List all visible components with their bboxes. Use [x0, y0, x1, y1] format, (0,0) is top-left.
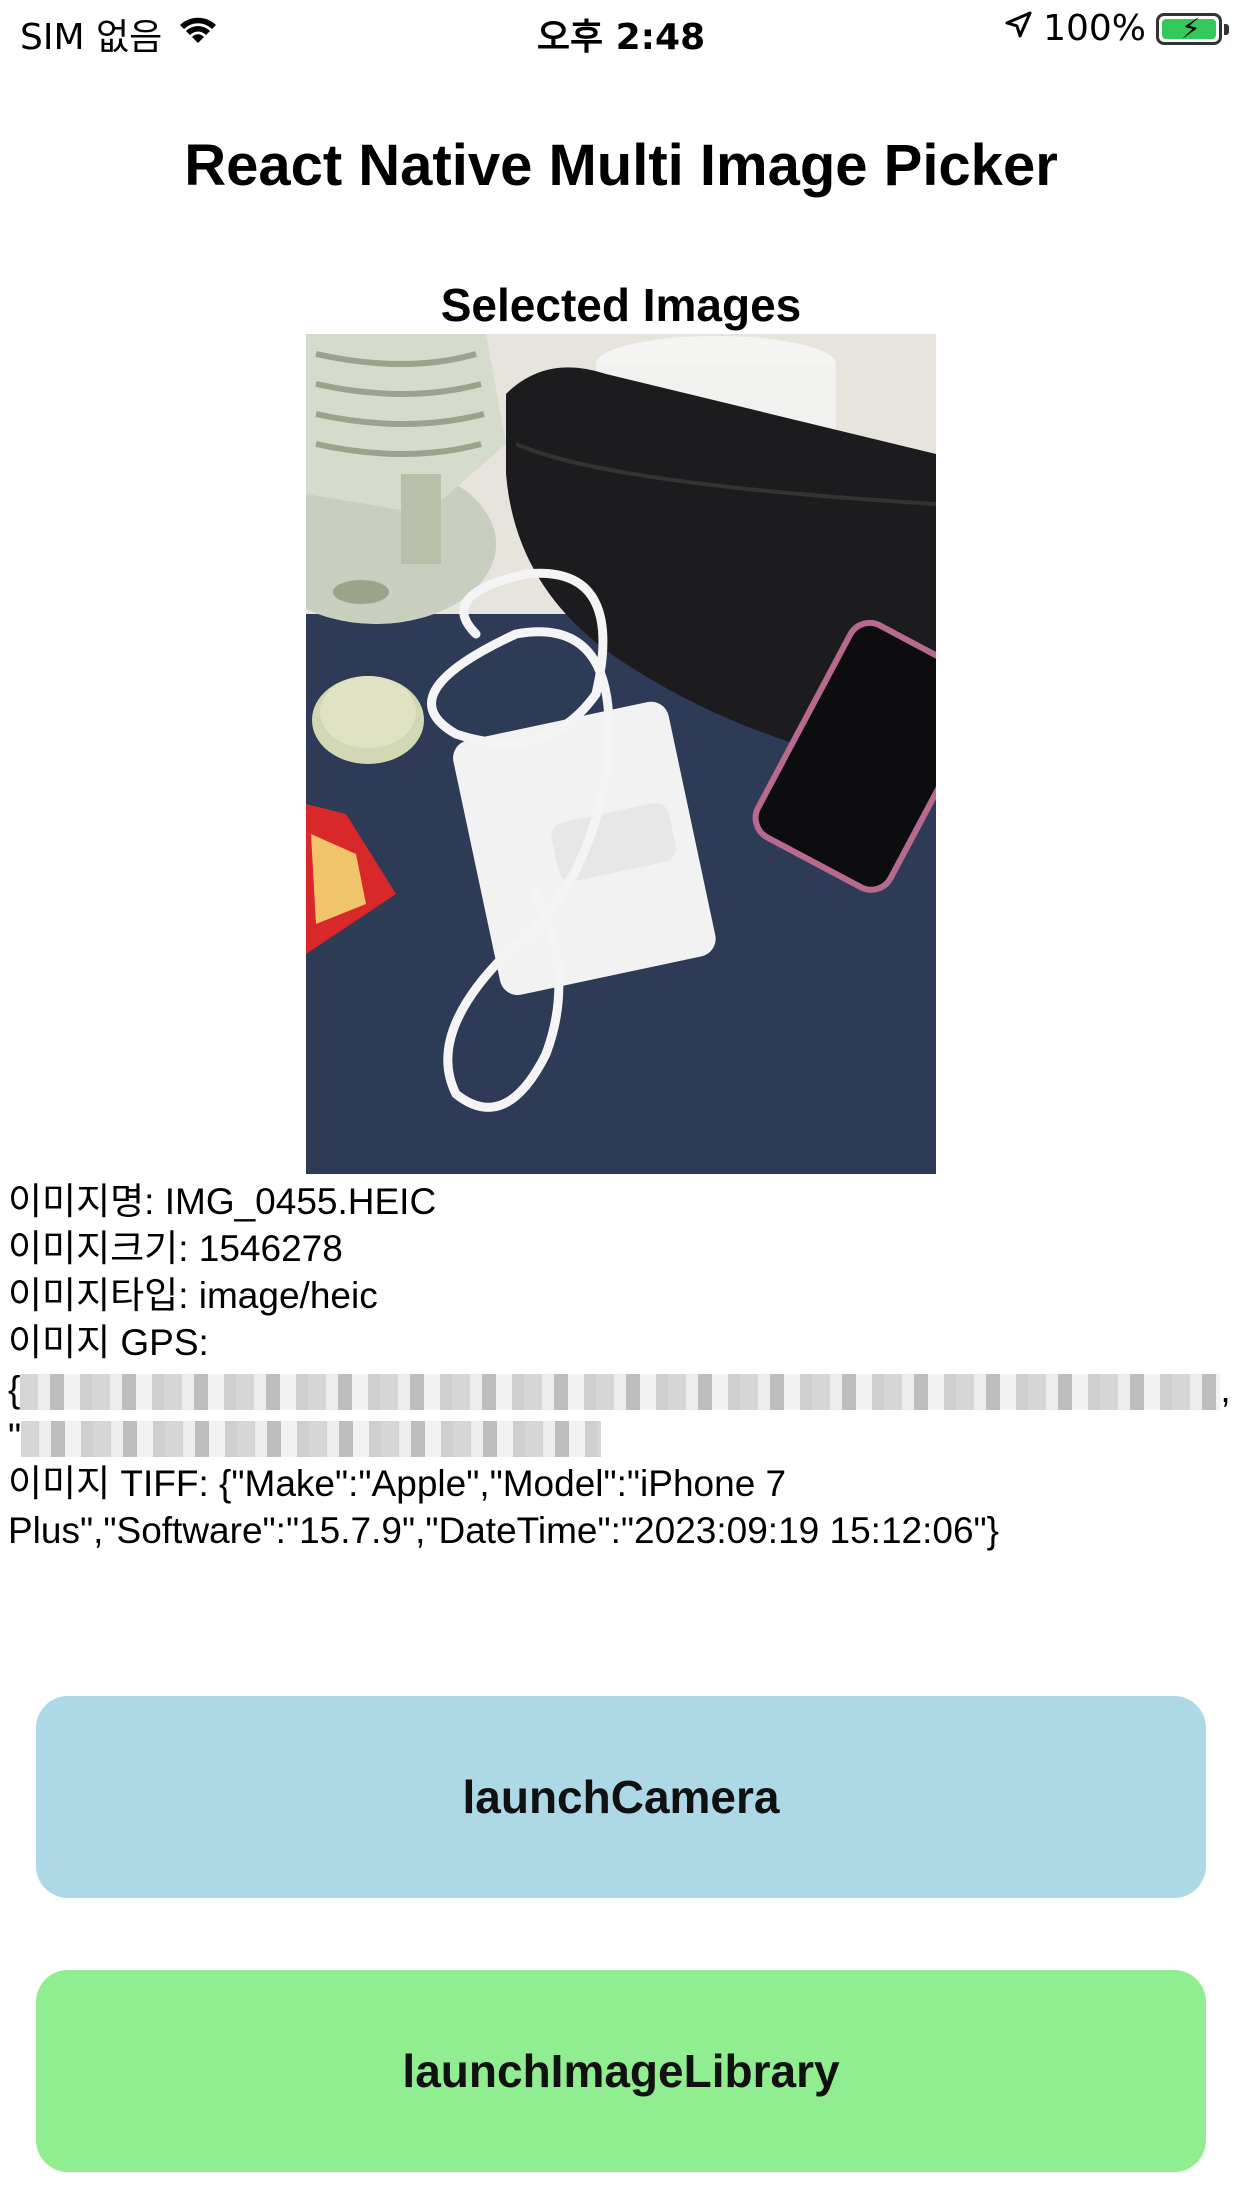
image-tiff: 이미지 TIFF: {"Make":"Apple","Model":"iPhon… — [8, 1463, 1000, 1551]
selected-image — [306, 334, 936, 1174]
section-title: Selected Images — [440, 279, 802, 331]
image-size: 이미지크기: 1546278 — [8, 1228, 343, 1269]
image-info: 이미지명: IMG_0455.HEIC 이미지크기: 1546278 이미지타입… — [8, 1178, 1238, 1554]
image-gps-label: 이미지 GPS: — [8, 1322, 209, 1363]
image-type: 이미지타입: image/heic — [8, 1275, 378, 1316]
status-right: 100% ⚡ — [1003, 8, 1229, 49]
gps-open-brace: { — [8, 1369, 21, 1410]
launch-image-library-button[interactable]: launchImageLibrary — [36, 1970, 1206, 2172]
page-title: React Native Multi Image Picker — [184, 133, 1058, 198]
launch-camera-button[interactable]: launchCamera — [36, 1696, 1206, 1898]
battery-percent: 100% — [1043, 8, 1146, 49]
location-arrow-icon — [1003, 8, 1033, 49]
image-gps-value-cont: " — [8, 1413, 1238, 1460]
launch-image-library-label: launchImageLibrary — [402, 2045, 840, 2097]
launch-camera-label: launchCamera — [462, 1771, 780, 1823]
status-bar: SIM 없음 오후 2:48 100% ⚡ — [0, 0, 1242, 62]
redacted-gps — [20, 1374, 1221, 1411]
redacted-gps — [21, 1421, 602, 1458]
battery-charging-icon: ⚡ — [1156, 12, 1229, 45]
gps-comma: , — [1220, 1369, 1231, 1410]
gps-quote: " — [8, 1416, 22, 1457]
image-gps-value: {, — [8, 1366, 1238, 1413]
image-name: 이미지명: IMG_0455.HEIC — [8, 1181, 437, 1222]
